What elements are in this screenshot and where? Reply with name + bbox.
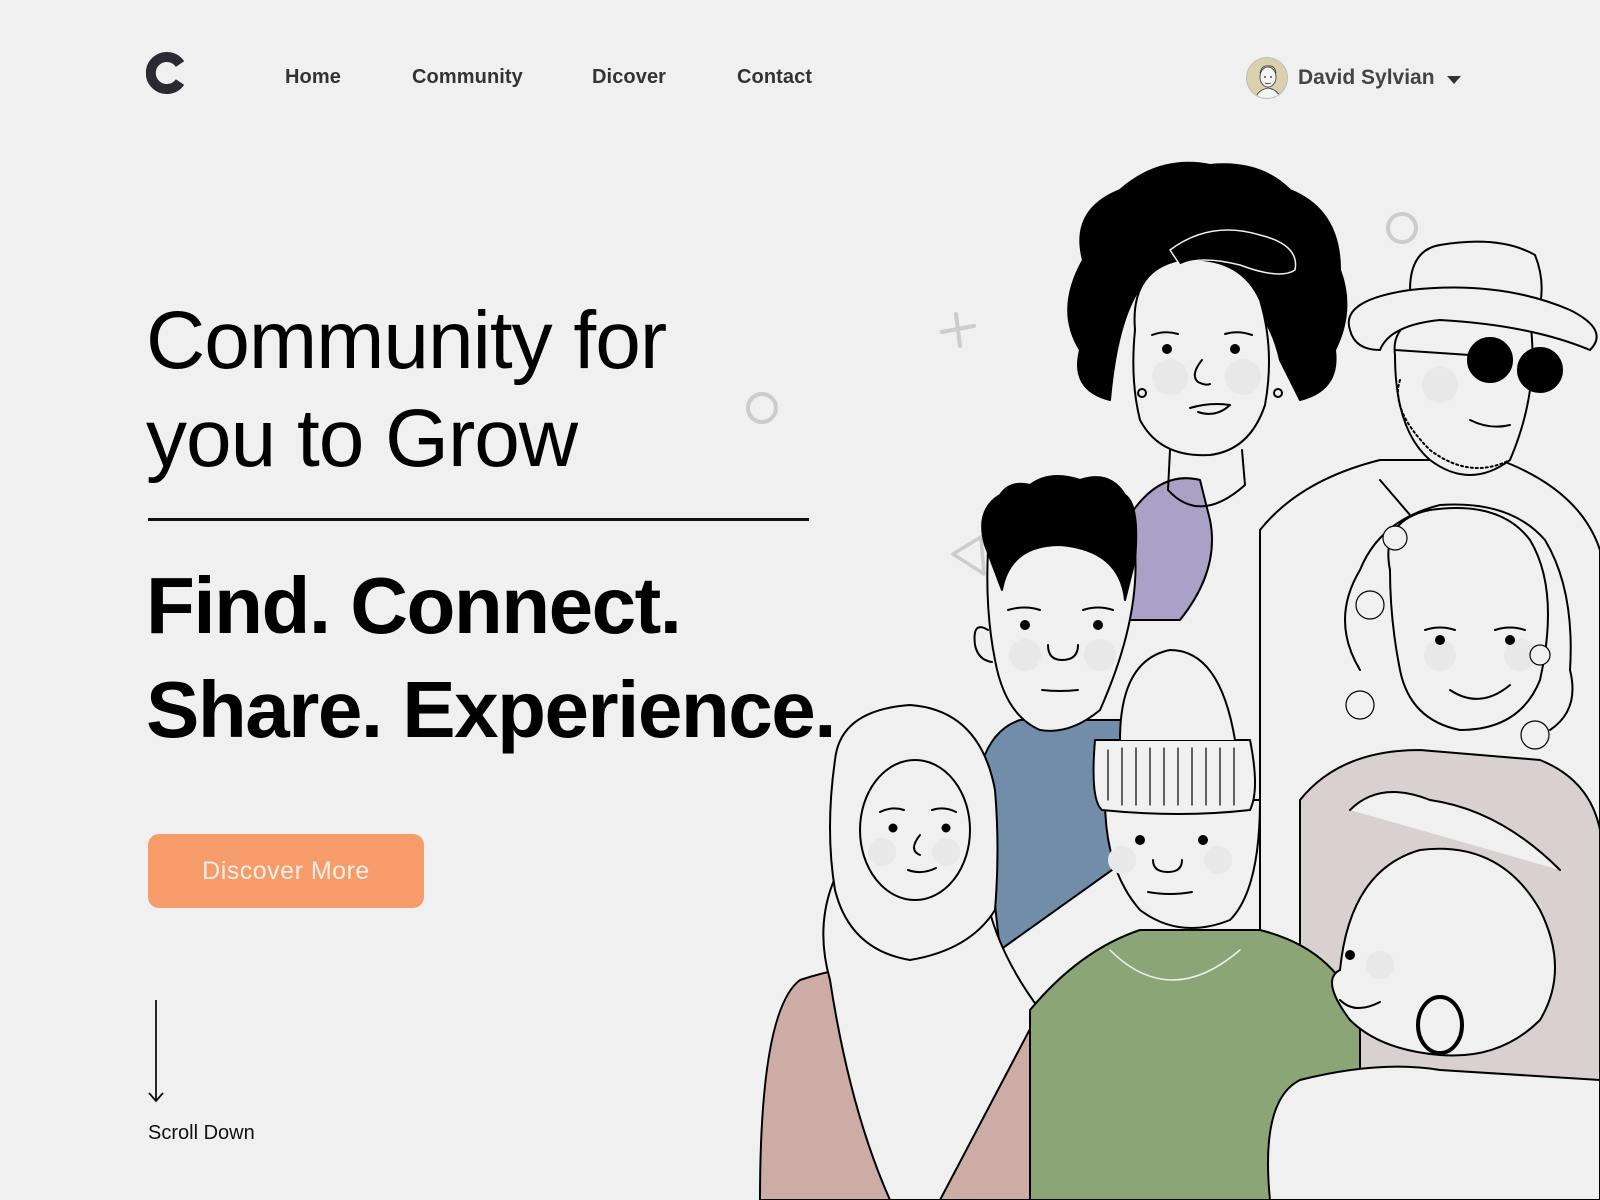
logo-c-icon[interactable] <box>146 52 186 94</box>
tagline-line-1: Find. Connect. <box>146 561 682 650</box>
scroll-down-label[interactable]: Scroll Down <box>148 1122 255 1145</box>
headline-line-1: Community for <box>146 295 667 386</box>
tagline-line-2: Share. Experience. <box>146 665 836 754</box>
user-name: David Sylvian <box>1298 66 1435 89</box>
discover-more-button[interactable]: Discover More <box>148 834 424 908</box>
caret-down-icon[interactable] <box>1446 76 1461 84</box>
nav-contact[interactable]: Contact <box>737 66 812 89</box>
page-title: Community for you to Grow <box>146 292 667 488</box>
nav-discover[interactable]: Dicover <box>592 66 666 89</box>
nav-home[interactable]: Home <box>285 66 341 89</box>
user-menu[interactable]: David Sylvian <box>1246 57 1461 99</box>
divider <box>148 518 809 521</box>
tagline: Find. Connect. Share. Experience. <box>146 554 836 762</box>
arrow-down-icon[interactable] <box>148 1000 164 1104</box>
community-people-illustration <box>759 161 1600 1200</box>
nav-community[interactable]: Community <box>412 66 523 89</box>
user-avatar-icon <box>1246 57 1288 99</box>
headline-line-2: you to Grow <box>146 393 578 484</box>
